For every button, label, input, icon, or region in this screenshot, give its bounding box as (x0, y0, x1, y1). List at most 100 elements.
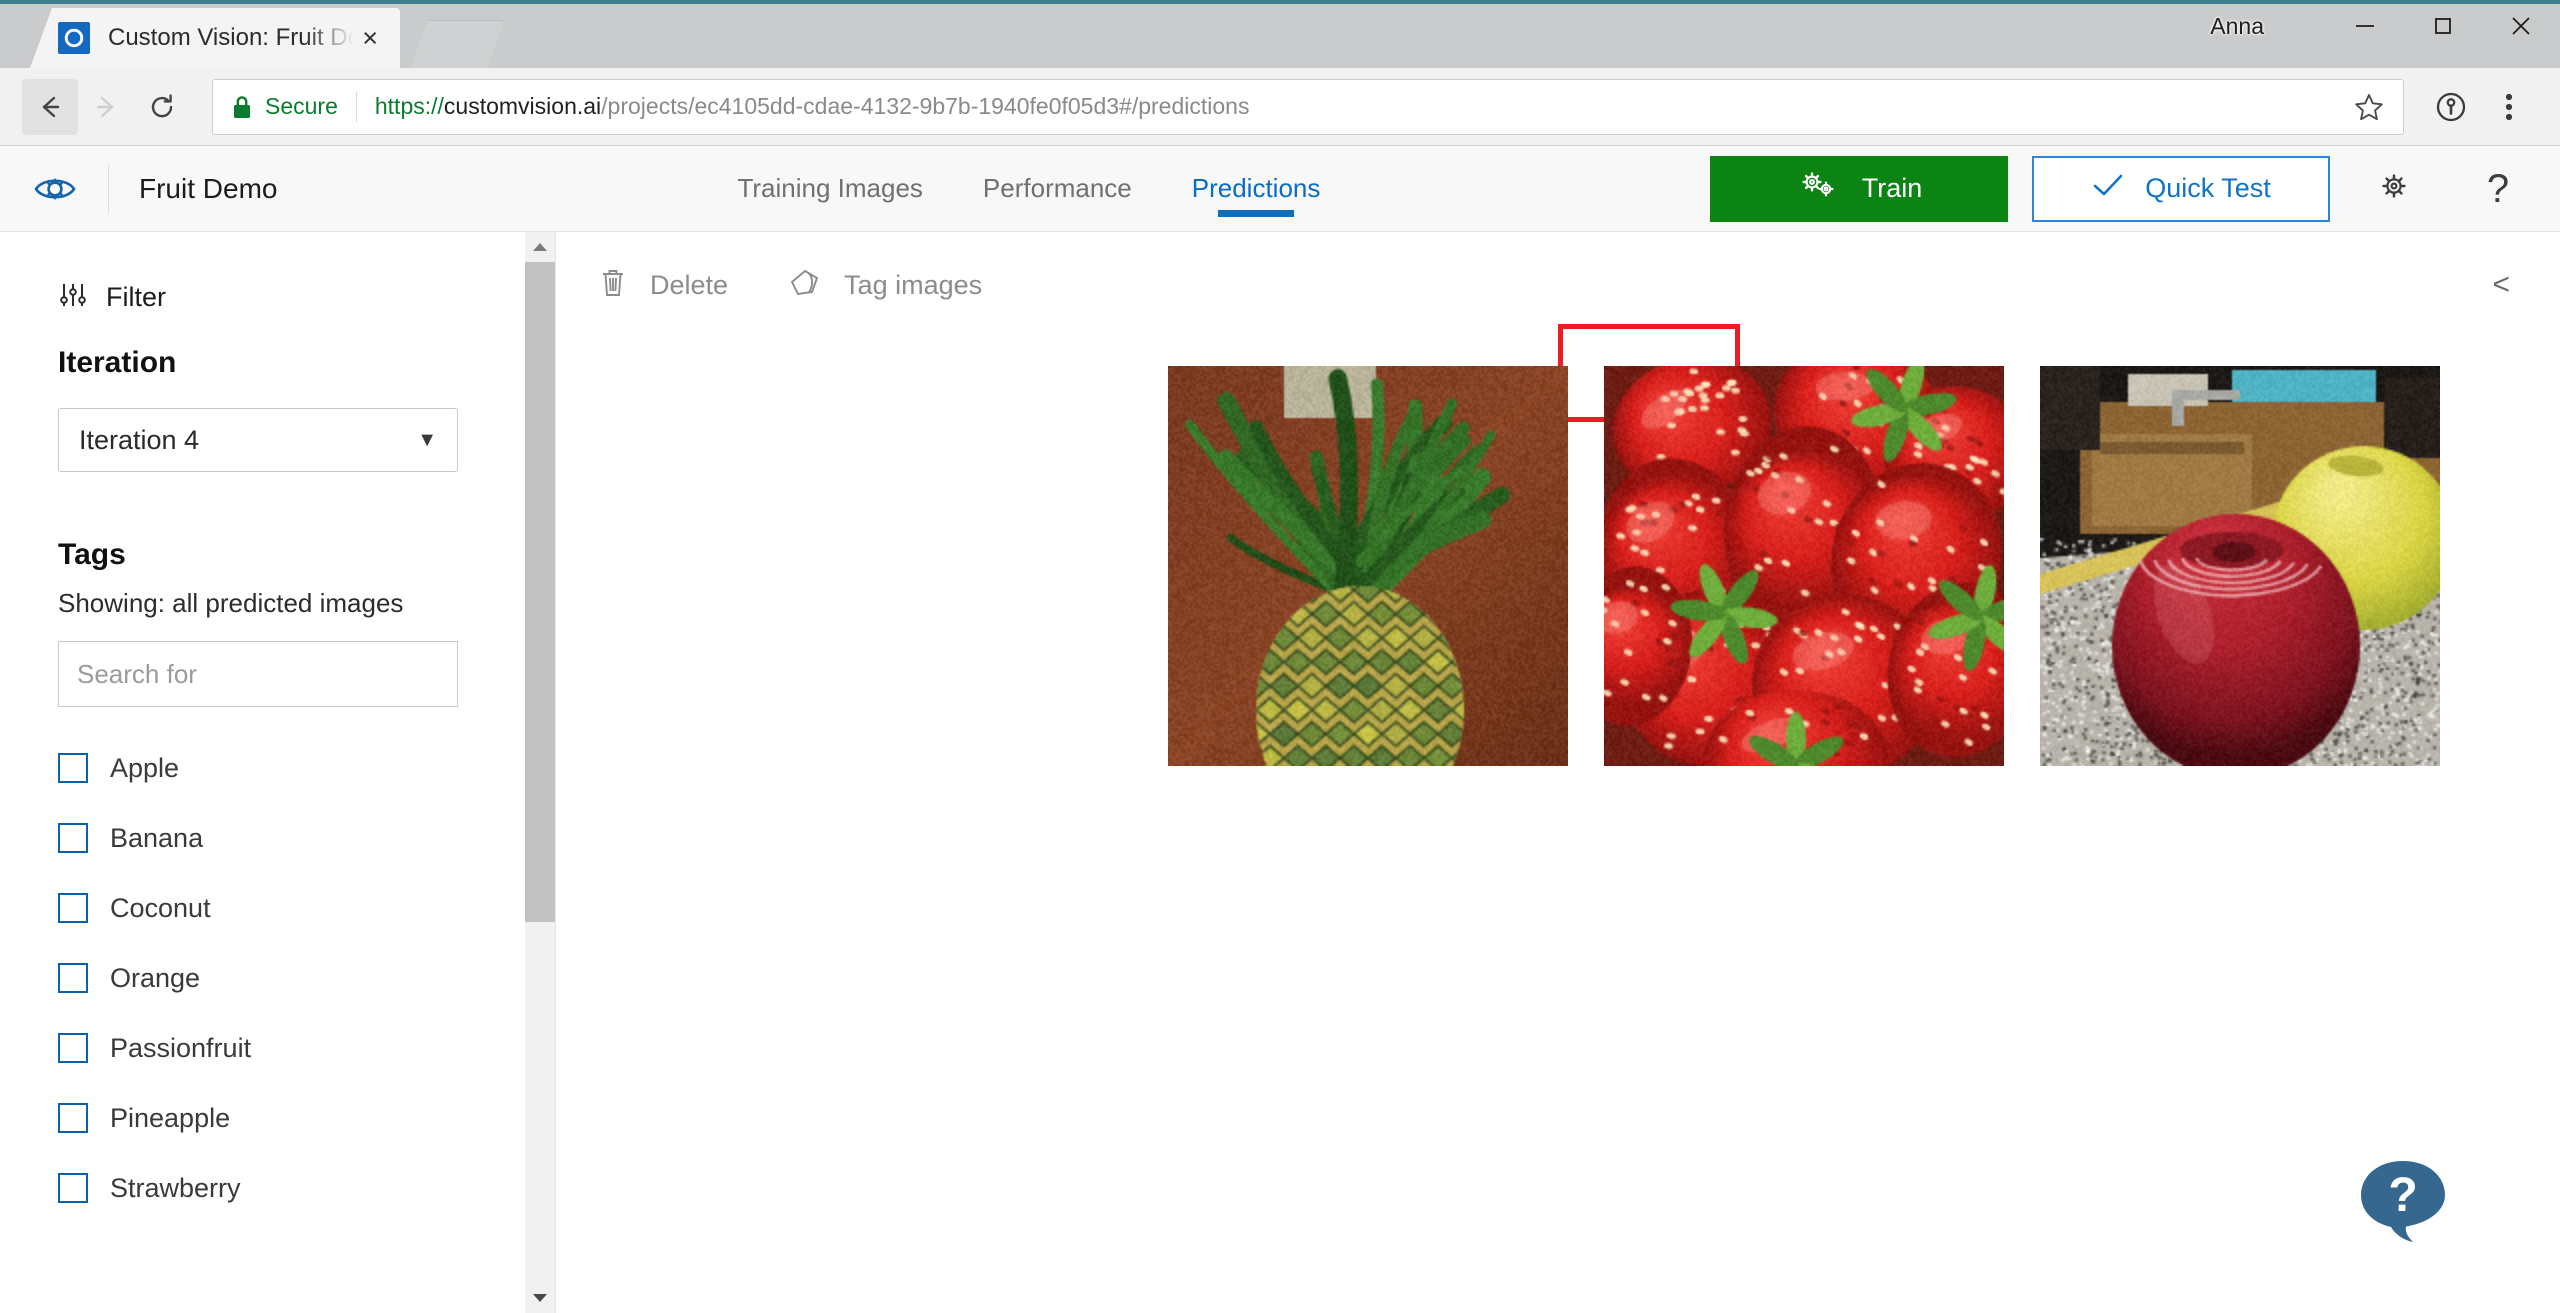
sidebar-scroll-area: Iteration Iteration 4 ▼ Tags Showing: al… (0, 328, 555, 1313)
reload-button[interactable] (134, 79, 190, 135)
tag-images-label: Tag images (844, 269, 983, 300)
browser-tab-active[interactable]: Custom Vision: Fruit Dem × (30, 8, 400, 68)
checkbox[interactable] (58, 963, 88, 993)
tag-search-field[interactable] (58, 641, 458, 707)
tag-item-coconut[interactable]: Coconut (58, 873, 555, 943)
tab-strip: Custom Vision: Fruit Dem × (0, 0, 505, 68)
tag-label: Coconut (110, 892, 211, 923)
checkbox[interactable] (58, 823, 88, 853)
prediction-image-strawberries[interactable] (1604, 366, 2004, 766)
delete-label: Delete (650, 269, 729, 300)
sidebar-scrollbar[interactable] (525, 232, 555, 1313)
lock-icon (231, 94, 253, 120)
title-bar: Custom Vision: Fruit Dem × Anna (0, 0, 2560, 68)
help-bubble-icon: ? (2361, 1161, 2445, 1242)
checkbox[interactable] (58, 753, 88, 783)
window-accent-strip (0, 0, 2560, 4)
settings-button[interactable] (2354, 156, 2434, 222)
password-manager-button[interactable] (2422, 78, 2480, 136)
gears-icon (1796, 168, 1840, 209)
iteration-select[interactable]: Iteration 4 ▼ (58, 408, 458, 472)
checkbox[interactable] (58, 1173, 88, 1203)
window-close-button[interactable] (2482, 0, 2560, 52)
checkbox[interactable] (58, 1033, 88, 1063)
browser-menu-button[interactable] (2480, 78, 2538, 136)
tag-search-input[interactable] (77, 658, 439, 690)
arrow-right-icon (96, 96, 114, 117)
help-button[interactable]: ? (2458, 156, 2538, 222)
tag-label: Pineapple (110, 1102, 231, 1133)
tag-label: Apple (110, 752, 180, 783)
forward-button[interactable] (78, 79, 134, 135)
tag-icon (788, 267, 822, 304)
iteration-select-value: Iteration 4 (79, 424, 200, 455)
delete-button[interactable]: Delete (598, 232, 788, 338)
header-actions: Train Quick Test ? (1710, 155, 2560, 222)
arrow-left-icon (42, 96, 60, 117)
tag-item-passionfruit[interactable]: Passionfruit (58, 1013, 555, 1083)
tab-close-icon[interactable]: × (354, 24, 386, 52)
brand-divider (108, 164, 109, 213)
quick-test-button[interactable]: Quick Test (2032, 155, 2330, 222)
tag-item-strawberry[interactable]: Strawberry (58, 1153, 555, 1223)
filter-label: Filter (106, 281, 166, 312)
tab-performance[interactable]: Performance (953, 146, 1162, 231)
window-controls-area: Anna (2210, 0, 2560, 68)
content-toolbar: Delete Tag images < (556, 232, 2560, 338)
window-maximize-button[interactable] (2404, 0, 2482, 52)
chevron-down-icon: ▼ (417, 428, 437, 451)
scroll-down-arrow-icon[interactable] (525, 1283, 555, 1313)
filter-sidebar: Filter Iteration Iteration 4 ▼ Tags Show… (0, 232, 556, 1313)
brand-area: Fruit Demo (0, 164, 278, 213)
url-text: https://customvision.ai/projects/ec4105d… (375, 93, 1250, 120)
train-button-label: Train (1861, 173, 1923, 203)
tab-title: Custom Vision: Fruit Dem (108, 24, 355, 51)
app-header: Fruit Demo Training Images Performance P… (0, 146, 2560, 422)
browser-window: Custom Vision: Fruit Dem × Anna Secure h… (0, 0, 2560, 1313)
filter-header[interactable]: Filter (0, 232, 555, 328)
quick-test-button-label: Quick Test (2145, 173, 2271, 203)
tag-item-banana[interactable]: Banana (58, 803, 555, 873)
tag-item-pineapple[interactable]: Pineapple (58, 1083, 555, 1153)
tag-item-orange[interactable]: Orange (58, 943, 555, 1013)
new-tab-button[interactable] (410, 20, 505, 68)
window-minimize-button[interactable] (2326, 0, 2404, 52)
url-path: /projects/ec4105dd-cdae-4132-9b7b-1940fe… (601, 93, 1250, 119)
reload-icon (151, 93, 173, 117)
checkbox[interactable] (58, 893, 88, 923)
address-bar[interactable]: Secure https://customvision.ai/projects/… (212, 78, 2404, 135)
back-button[interactable] (22, 78, 78, 135)
tag-images-button[interactable]: Tag images (788, 232, 1042, 338)
predictions-content: Delete Tag images < ? (556, 232, 2560, 1313)
sliders-icon (58, 280, 88, 315)
tag-label: Strawberry (110, 1172, 241, 1203)
iteration-heading: Iteration (58, 346, 177, 379)
custom-vision-icon (58, 22, 90, 54)
prediction-image-pineapple[interactable] (1168, 366, 1568, 766)
scroll-up-arrow-icon[interactable] (525, 232, 555, 262)
page-title: Fruit Demo (139, 172, 278, 204)
help-bubble-button[interactable]: ? (2351, 1149, 2455, 1253)
omnibox-divider (355, 91, 357, 122)
checkbox[interactable] (58, 1103, 88, 1133)
trash-icon (598, 266, 628, 305)
key-circle-icon (2436, 92, 2466, 121)
tab-training-images[interactable]: Training Images (707, 146, 952, 231)
train-button[interactable]: Train (1710, 155, 2008, 222)
browser-toolbar: Secure https://customvision.ai/projects/… (0, 68, 2560, 146)
prediction-image-apple[interactable] (2040, 366, 2440, 766)
tab-predictions[interactable]: Predictions (1162, 146, 1351, 231)
url-scheme: https:// (374, 93, 444, 119)
prediction-image-grid (556, 338, 2560, 766)
chevron-left-icon[interactable]: < (2476, 268, 2526, 302)
custom-vision-eye-gear-icon (32, 166, 78, 212)
security-label: Secure (265, 93, 338, 119)
scrollbar-thumb[interactable] (525, 262, 555, 922)
tag-item-apple[interactable]: Apple (58, 733, 555, 803)
tags-heading: Tags (58, 538, 126, 571)
svg-text:?: ? (2388, 1169, 2417, 1222)
three-dots-icon (2505, 93, 2513, 120)
check-icon (2091, 171, 2125, 206)
bookmark-star-icon[interactable] (2353, 91, 2385, 123)
tag-list: Apple Banana Coconut Orange Passionfruit… (58, 733, 555, 1223)
